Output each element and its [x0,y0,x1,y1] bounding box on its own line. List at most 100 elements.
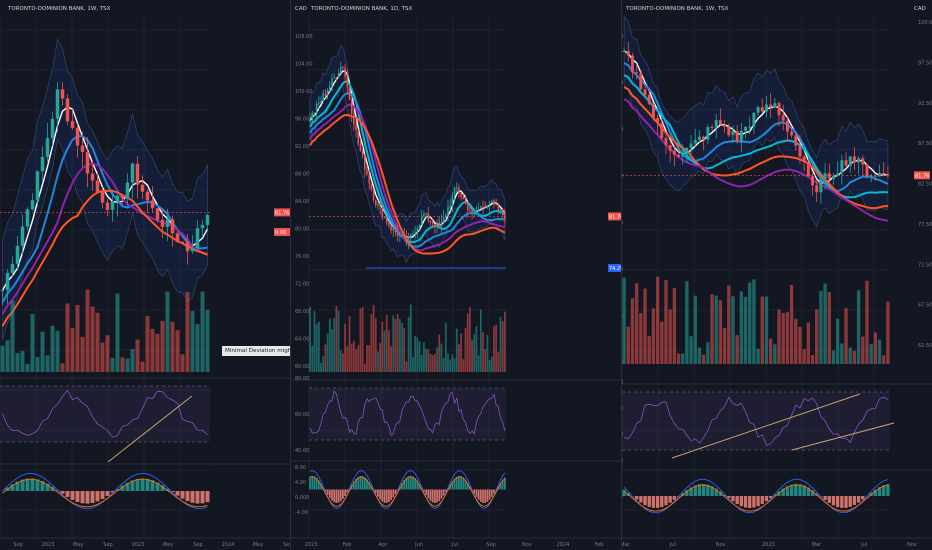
chart-canvas[interactable]: 108.00 104.00 100.00 96.00 92.00 88.00 84.00 80… [291,0,621,550]
chart-canvas[interactable]: 94.50 90.00 85.00 80.00 75.00 70.00 65.00 60.00… [622,0,932,550]
volume-bar [150,328,155,372]
macd-axis-label: 0.000 [622,494,623,500]
candle [60,89,65,99]
volume-bar [190,311,195,372]
macd-histogram-bar [381,489,384,502]
candle [777,103,781,116]
volume-bar [701,354,706,364]
candle [331,78,333,86]
volume-bar [425,348,427,372]
macd-histogram-bar [484,489,487,503]
macd-histogram-bar [438,489,441,502]
price-axis-label: 90.00 [622,81,623,87]
volume-bar [409,304,412,372]
macd-histogram-bar [748,496,752,508]
macd-histogram-bar [760,496,764,504]
candle [25,209,30,227]
price-axis-label: 100.00 [295,89,313,95]
time-axis-label: Sep [193,542,202,548]
macd-histogram-bar [697,484,702,496]
price-axis-label: 76.00 [295,254,309,260]
macd-histogram-bar [359,476,362,490]
price-axis-label: 96.00 [295,117,309,123]
candle [120,195,125,199]
macd-histogram-bar [427,489,430,499]
volume-bar [414,335,417,372]
volume-bar [326,333,329,372]
candle [477,209,480,212]
macd-histogram-bar [331,489,333,501]
chart-pane-right[interactable]: 94.50 90.00 85.00 80.00 75.00 70.00 65.00 60.00… [622,0,932,550]
volume-bar [385,315,388,372]
time-axis-label: Mar [622,542,631,548]
macd-axis-label: 0.000 [295,495,309,501]
candle [501,209,504,215]
candle [412,233,414,235]
volume-bar [477,355,480,372]
price-axis-label: 62.50 [918,343,932,349]
price-axis-label: 97.50 [918,60,932,66]
macd-histogram-bar [388,489,390,503]
candle [731,131,735,136]
volume-bar [90,306,95,372]
candle [651,103,655,118]
candle [374,199,377,206]
candle [480,206,482,210]
volume-bar [676,353,681,364]
candle [65,98,70,122]
candle [739,130,743,142]
volume-bar [368,345,371,372]
price-axis-label: 77.50 [918,222,932,228]
time-axis-label: 2023 [305,542,318,548]
volume-bar [672,288,677,364]
volume-bar [412,357,414,372]
candle [744,127,747,131]
macd-histogram-bar [794,484,798,496]
volume-bar [120,357,125,372]
candle [10,263,15,273]
candle [313,112,316,114]
volume-bar [743,296,748,364]
volume-bar [350,343,353,372]
volume-bar [873,332,878,364]
macd-histogram-bar [647,496,651,507]
macd-histogram-bar [701,484,706,496]
candle [504,214,506,220]
candle [80,145,85,152]
volume-bar [495,324,498,372]
candle [482,206,484,208]
candle [135,163,140,185]
candle [469,209,471,212]
macd-histogram-bar [180,491,185,499]
volume-bar [501,321,504,372]
volume-bar [831,350,836,364]
currency-label: CAD [295,6,307,12]
volume-bar [420,355,423,372]
macd-histogram-bar [390,489,392,501]
candle [798,145,802,157]
volume-bar [45,355,50,372]
candle [429,220,432,222]
macd-histogram-bar [175,491,180,496]
macd-histogram-bar [135,478,140,491]
macd-histogram-bar [660,496,664,508]
price-axis-label: 104.00 [295,62,313,68]
chart-pane-middle[interactable]: 108.00 104.00 100.00 96.00 92.00 88.00 84.00 80… [291,0,621,550]
volume-bar [473,333,476,372]
volume-bar [718,300,723,364]
macd-histogram-bar [337,489,340,503]
macd-histogram-bar [328,489,331,498]
candle [20,226,25,246]
chart-pane-left[interactable]: 81.76 0.00 Sep 2023 May Sep 2023 May Sep 2024 May S… [0,0,290,550]
chart-canvas[interactable]: 81.76 0.00 Sep 2023 May Sep 2023 May Sep 2024 May S… [0,0,290,550]
volume-bar [471,339,473,372]
volume-bar [777,309,781,364]
volume-bar [764,296,769,364]
volume-bar [739,291,744,364]
candle [361,151,364,156]
candle [427,212,430,221]
candle [497,204,500,211]
macd-histogram-bar [85,491,90,504]
oscillator-axis-label: 60.00 [622,406,623,412]
macd-axis-label: 8.00 [295,465,306,471]
